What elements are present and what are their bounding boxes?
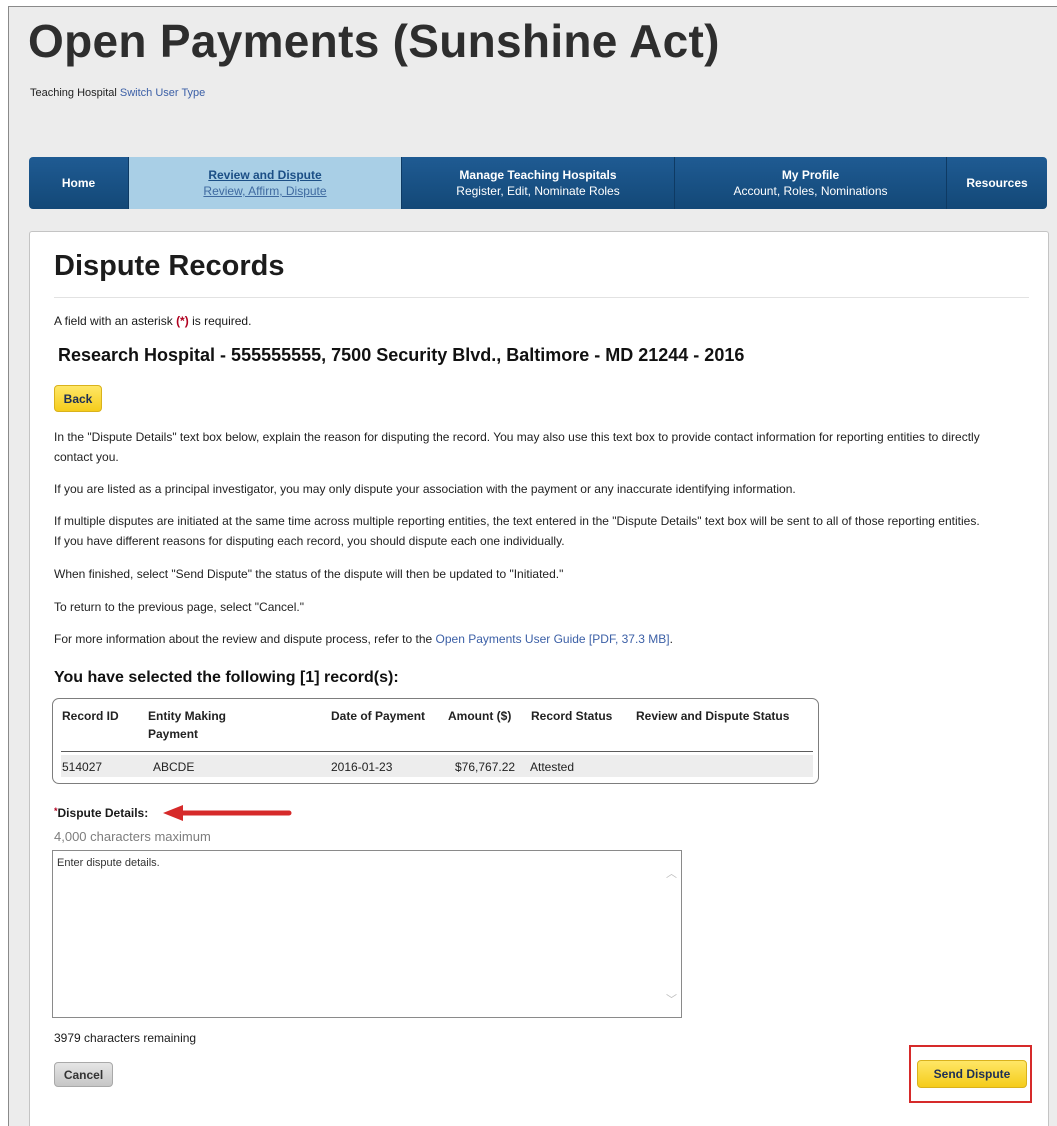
send-dispute-button[interactable]: Send Dispute [917,1060,1027,1088]
paragraph-6-text: For more information about the review an… [54,632,436,646]
col-amount: Amount ($) [448,709,512,723]
nav-my-profile[interactable]: My Profile Account, Roles, Nominations [675,157,947,209]
nav-resources-label: Resources [966,176,1028,190]
user-type-line: Teaching Hospital Switch User Type [30,87,205,99]
nav-home[interactable]: Home [29,157,129,209]
required-asterisk: (*) [176,314,189,328]
switch-user-type-link[interactable]: Switch User Type [120,87,205,99]
required-note-suffix: is required. [188,314,252,328]
nav-manage-sub: Register, Edit, Nominate Roles [456,184,620,198]
hospital-info: Research Hospital - 555555555, 7500 Secu… [58,345,745,365]
max-characters-note: 4,000 characters maximum [54,829,211,844]
scroll-down-icon[interactable]: ﹀ [666,991,677,1007]
col-entity: Entity Making Payment [148,709,227,741]
instruction-paragraph-3: If multiple disputes are initiated at th… [54,514,980,548]
dispute-label-text: Dispute Details: [57,806,149,820]
col-record-status: Record Status [531,709,613,723]
dispute-details-textarea[interactable]: Enter dispute details. ︿ ﹀ [52,850,682,1018]
nav-review-sub: Review, Affirm, Dispute [203,184,327,198]
user-type-label: Teaching Hospital [30,87,117,99]
required-note: A field with an asterisk (*) is required… [54,314,251,328]
nav-manage-title: Manage Teaching Hospitals [459,168,617,182]
characters-remaining: 3979 characters remaining [54,1031,197,1045]
dispute-details-placeholder: Enter dispute details. [57,857,160,869]
page-heading: Dispute Records [54,250,285,282]
nav-profile-title: My Profile [781,168,840,182]
col-dispute-status: Review and Dispute Status [636,709,790,723]
cell-entity: ABCDE [153,760,195,774]
heading-divider [54,297,1029,298]
col-record-id: Record ID [62,709,119,723]
user-guide-link[interactable]: Open Payments User Guide [PDF, 37.3 MB] [436,632,670,646]
nav-review-title: Review and Dispute [208,168,322,182]
main-nav: Home Review and Dispute Review, Affirm, … [29,157,1047,209]
nav-review-dispute[interactable]: Review and Dispute Review, Affirm, Dispu… [129,157,402,209]
cancel-button[interactable]: Cancel [54,1062,113,1087]
instruction-paragraph-2: If you are listed as a principal investi… [54,482,796,496]
cell-date: 2016-01-23 [331,760,393,774]
instruction-paragraph-4: When finished, select "Send Dispute" the… [54,567,564,581]
required-note-text: A field with an asterisk [54,314,177,328]
instruction-paragraph-1: In the "Dispute Details" text box below,… [54,430,980,464]
col-date: Date of Payment [331,709,426,723]
instruction-paragraph-6: For more information about the review an… [54,629,984,649]
records-table: Record ID Entity Making Payment Date of … [52,698,819,784]
cell-amount: $76,767.22 [455,760,516,774]
scroll-up-icon[interactable]: ︿ [666,865,677,881]
annotation-arrow-icon [163,805,292,821]
nav-resources[interactable]: Resources [947,157,1047,209]
instruction-paragraph-5: To return to the previous page, select "… [54,600,304,614]
app-title: Open Payments (Sunshine Act) [28,15,720,67]
dispute-details-label: *Dispute Details: [54,806,148,820]
cell-record-status: Attested [530,760,575,774]
nav-profile-sub: Account, Roles, Nominations [733,184,888,198]
selected-records-heading: You have selected the following [1] reco… [54,669,399,686]
nav-home-label: Home [61,176,96,190]
nav-manage-hospitals[interactable]: Manage Teaching Hospitals Register, Edit… [402,157,675,209]
paragraph-6-suffix: . [669,632,673,646]
cell-record-id: 514027 [62,760,103,774]
back-button[interactable]: Back [54,385,102,412]
table-header-divider [61,751,813,752]
